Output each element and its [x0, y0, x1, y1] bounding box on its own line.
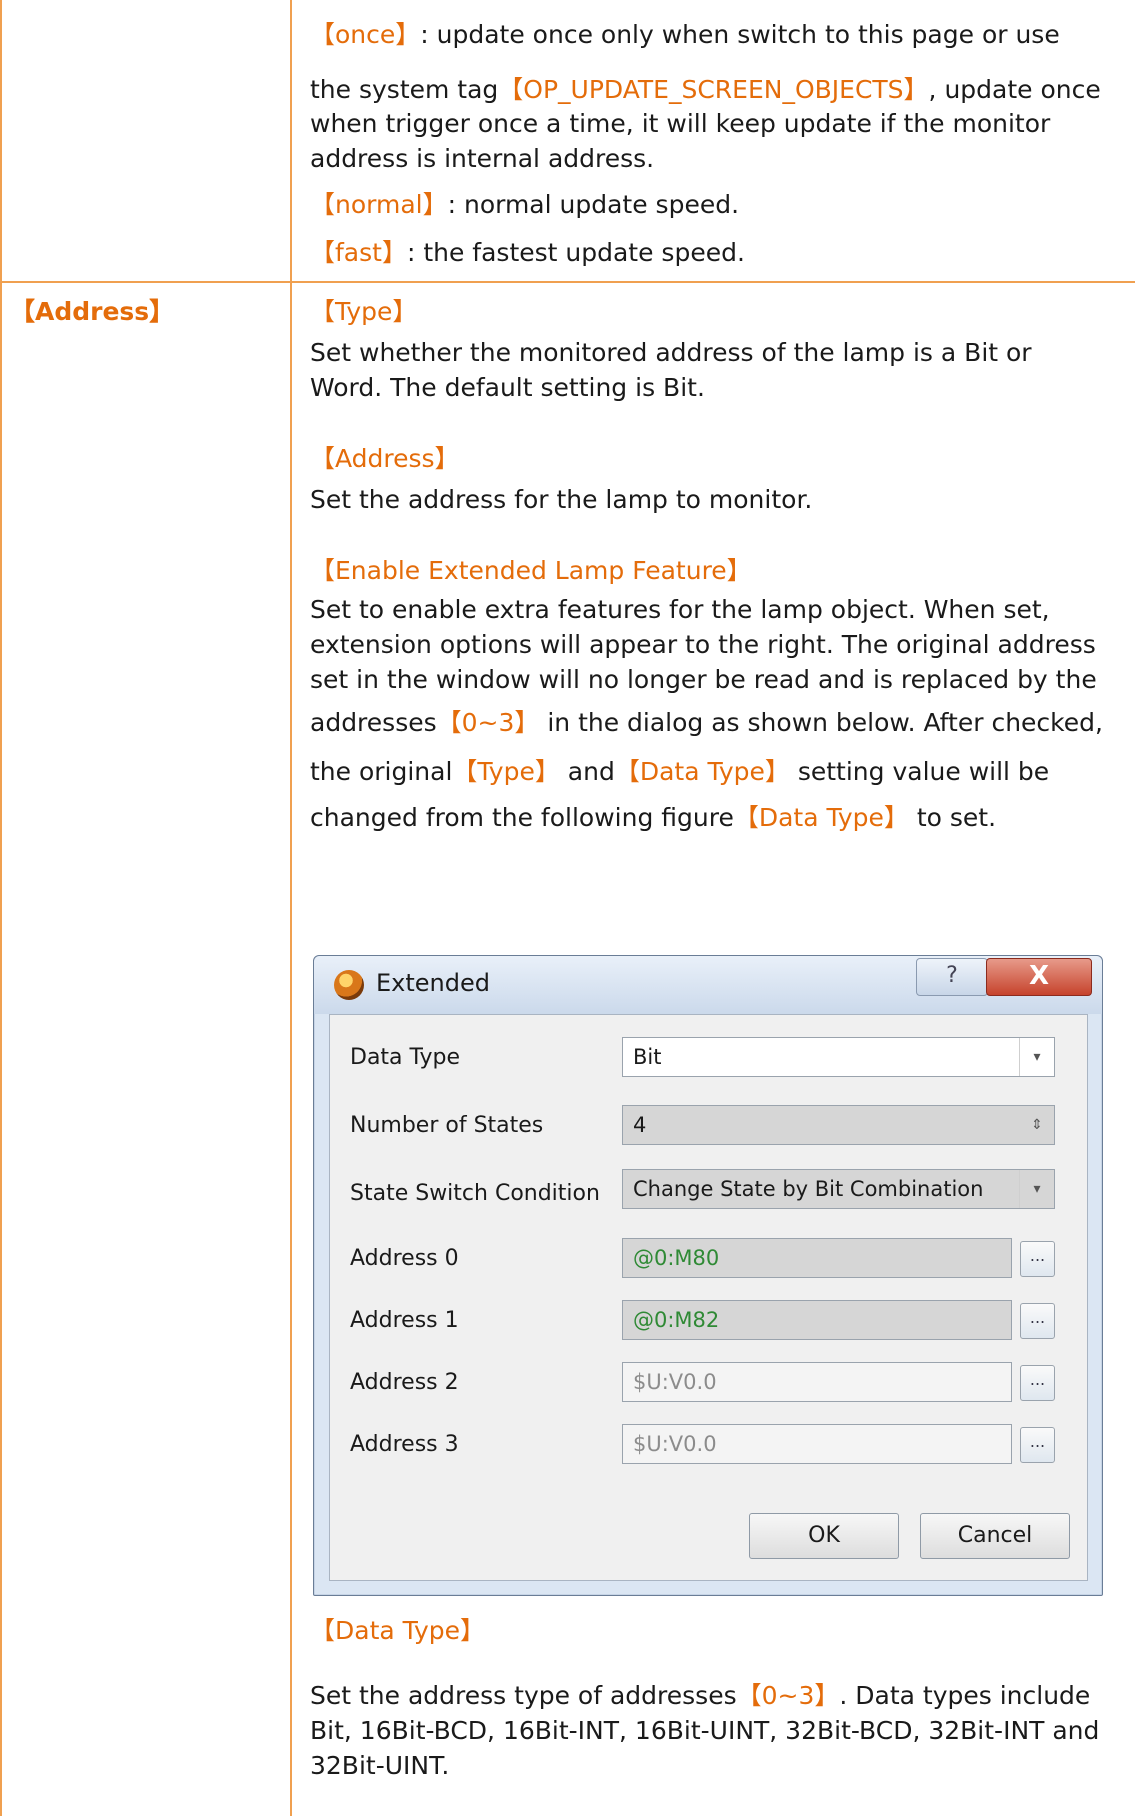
address-3-label: Address 3: [350, 1432, 459, 1457]
fast-tag: 【fast】: [310, 238, 407, 267]
switch-condition-select[interactable]: Change State by Bit Combination ▾: [622, 1169, 1055, 1209]
data-type-description-2: Bit, 16Bit-BCD, 16Bit-INT, 16Bit-UINT, 3…: [310, 1716, 1100, 1745]
cancel-button[interactable]: Cancel: [920, 1513, 1070, 1559]
address-row-content: 【Type】 Set whether the monitored address…: [310, 294, 1130, 841]
address-0-field[interactable]: @0:M80: [622, 1238, 1012, 1278]
data-type-heading: 【Data Type】: [310, 1616, 486, 1645]
extended-description-2: extension options will appear to the rig…: [310, 630, 1096, 659]
data-type-description-1a: Set the address type of addresses: [310, 1681, 737, 1710]
type-heading: 【Type】: [310, 297, 418, 326]
normal-text: : normal update speed.: [447, 190, 740, 219]
extended-description-5a: the original: [310, 757, 453, 786]
states-label: Number of States: [350, 1113, 544, 1138]
fast-text: : the fastest update speed.: [406, 238, 745, 267]
address-1-browse-button[interactable]: ...: [1020, 1303, 1055, 1339]
address-row-label: 【Address】: [10, 297, 175, 326]
data-type-description-1c: . Data types include: [839, 1681, 1091, 1710]
normal-tag: 【normal】: [310, 190, 448, 219]
table-row-divider: [0, 281, 1135, 283]
data-type-range-tag: 【0~3】: [736, 1681, 840, 1710]
once-text: : update once only when switch to this p…: [420, 20, 1060, 49]
extended-dialog: Extended ? X Data Type Bit ▾ Number of S…: [313, 955, 1103, 1596]
extended-description-5c: and: [559, 757, 615, 786]
address-3-field[interactable]: $U:V0.0: [622, 1424, 1012, 1464]
type-description-2: Word. The default setting is Bit.: [310, 373, 705, 402]
dialog-titlebar[interactable]: Extended ? X: [314, 956, 1102, 1014]
dialog-body: Data Type Bit ▾ Number of States 4 ⇕ Sta…: [329, 1014, 1088, 1581]
address-2-browse-button[interactable]: ...: [1020, 1365, 1055, 1401]
extended-description-3: set in the window will no longer be read…: [310, 665, 1097, 694]
data-type-select[interactable]: Bit ▾: [622, 1037, 1055, 1077]
system-tag-after: , update once: [928, 75, 1101, 104]
address-3-browse-button[interactable]: ...: [1020, 1427, 1055, 1463]
data-type-description-3: 32Bit-UINT.: [310, 1751, 450, 1780]
chevron-down-icon[interactable]: ▾: [1019, 1038, 1054, 1076]
extended-description-4c: in the dialog as shown below. After chec…: [539, 708, 1103, 737]
data-type-value: Bit: [633, 1045, 662, 1069]
ok-button[interactable]: OK: [749, 1513, 899, 1559]
table-column-divider: [290, 0, 292, 1816]
address-2-label: Address 2: [350, 1370, 459, 1395]
spinner-icon[interactable]: ⇕: [1020, 1106, 1054, 1144]
type-tag: 【Type】: [452, 757, 560, 786]
system-tag-text: the system tag: [310, 75, 499, 104]
once-tag: 【once】: [310, 20, 421, 49]
system-tag-name: 【OP_UPDATE_SCREEN_OBJECTS】: [498, 75, 929, 104]
close-button[interactable]: X: [986, 958, 1092, 996]
addresses-range-tag: 【0~3】: [436, 708, 540, 737]
address-1-field[interactable]: @0:M82: [622, 1300, 1012, 1340]
states-stepper[interactable]: 4 ⇕: [622, 1105, 1055, 1145]
help-button[interactable]: ?: [916, 958, 988, 996]
address-2-field[interactable]: $U:V0.0: [622, 1362, 1012, 1402]
extended-description-6c: to set.: [908, 803, 997, 832]
extended-description-5e: setting value will be: [789, 757, 1050, 786]
address-description: Set the address for the lamp to monitor.: [310, 485, 813, 514]
extended-description-6a: changed from the following figure: [310, 803, 734, 832]
type-description-1: Set whether the monitored address of the…: [310, 338, 1032, 367]
extended-heading: 【Enable Extended Lamp Feature】: [310, 556, 752, 585]
update-line-4: address is internal address.: [310, 144, 655, 173]
data-type-label: Data Type: [350, 1045, 461, 1070]
chevron-down-icon[interactable]: ▾: [1019, 1170, 1054, 1208]
extended-description-1: Set to enable extra features for the lam…: [310, 595, 1050, 624]
data-type-section: 【Data Type】 Set the address type of addr…: [310, 1606, 1130, 1783]
switch-condition-label: State Switch Condition: [350, 1181, 600, 1206]
address-1-label: Address 1: [350, 1308, 459, 1333]
update-line-3: when trigger once a time, it will keep u…: [310, 109, 1051, 138]
data-type-tag-2: 【Data Type】: [733, 803, 909, 832]
data-type-tag: 【Data Type】: [614, 757, 790, 786]
address-0-label: Address 0: [350, 1246, 459, 1271]
dialog-title: Extended: [376, 969, 490, 997]
update-speed-description: 【once】: update once only when switch to …: [310, 0, 1130, 280]
table-left-border: [0, 0, 2, 1816]
address-heading: 【Address】: [310, 444, 460, 473]
app-icon: [334, 970, 364, 1000]
extended-description-4a: addresses: [310, 708, 437, 737]
switch-condition-value: Change State by Bit Combination: [633, 1177, 984, 1201]
states-value: 4: [633, 1113, 647, 1137]
address-0-browse-button[interactable]: ...: [1020, 1241, 1055, 1277]
